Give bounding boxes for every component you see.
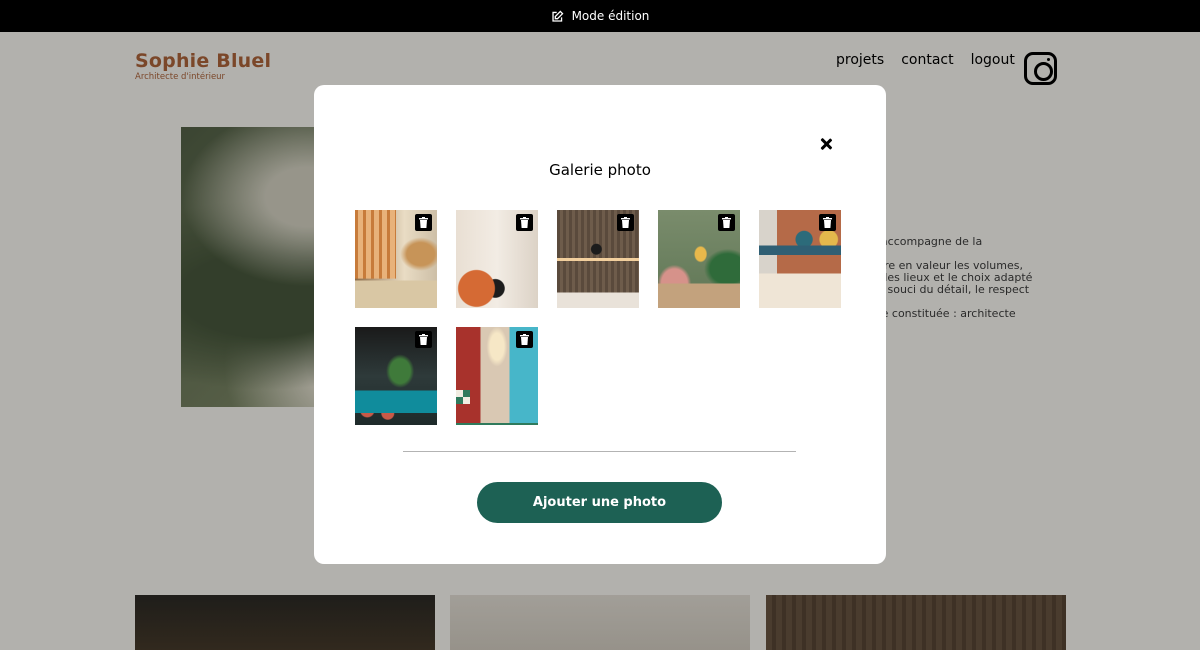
edit-mode-bar: Mode édition bbox=[0, 0, 1200, 32]
photo-grid bbox=[355, 210, 845, 425]
gallery-modal: Galerie photo Ajouter une photo bbox=[314, 85, 886, 564]
edit-mode-label: Mode édition bbox=[571, 9, 650, 23]
gallery-thumbnail bbox=[355, 327, 437, 425]
trash-icon[interactable] bbox=[516, 331, 533, 348]
gallery-thumbnail bbox=[658, 210, 740, 308]
trash-icon[interactable] bbox=[617, 214, 634, 231]
trash-icon[interactable] bbox=[415, 331, 432, 348]
gallery-thumbnail bbox=[355, 210, 437, 308]
edit-icon bbox=[551, 10, 564, 22]
gallery-thumbnail bbox=[759, 210, 841, 308]
modal-title: Galerie photo bbox=[549, 161, 651, 179]
modal-divider bbox=[403, 451, 796, 452]
add-photo-button[interactable]: Ajouter une photo bbox=[477, 482, 722, 523]
gallery-thumbnail bbox=[456, 327, 538, 425]
trash-icon[interactable] bbox=[415, 214, 432, 231]
trash-icon[interactable] bbox=[718, 214, 735, 231]
trash-icon[interactable] bbox=[516, 214, 533, 231]
gallery-thumbnail bbox=[557, 210, 639, 308]
trash-icon[interactable] bbox=[819, 214, 836, 231]
close-icon[interactable] bbox=[817, 135, 835, 153]
gallery-thumbnail bbox=[456, 210, 538, 308]
